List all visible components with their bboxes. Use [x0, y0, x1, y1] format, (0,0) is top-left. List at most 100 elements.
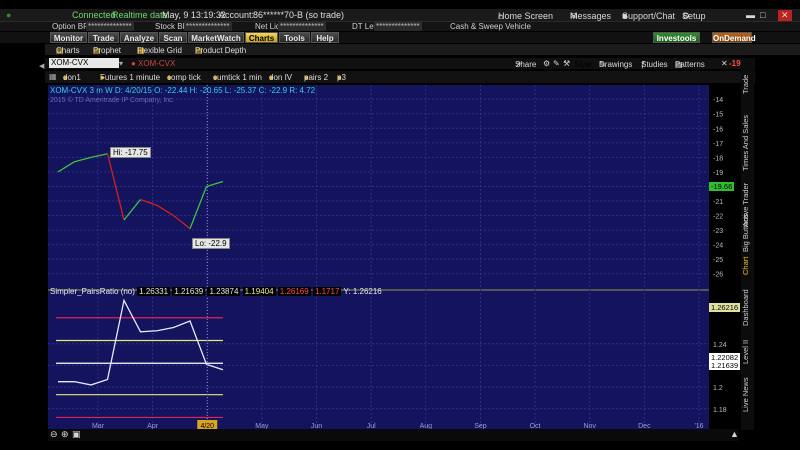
rail-big-buttons[interactable]: Big Buttons: [741, 210, 754, 256]
study-info-line: Simpler_PairsRatio (no) 1.26331 1.21639 …: [50, 287, 382, 296]
zoom-fit-icon[interactable]: ▣: [72, 429, 81, 440]
study-value-5: 1.26169: [277, 287, 311, 296]
rail-dashboard[interactable]: Dashboard: [741, 284, 754, 332]
price-axis-tick: -17: [713, 141, 723, 148]
study-value-3: 1.23874: [207, 287, 241, 296]
price-series-segment: [123, 199, 142, 221]
rail-trade[interactable]: Trade: [741, 66, 754, 102]
price-axis-tick: -23: [713, 228, 723, 235]
study-axis-tick: 1.18: [713, 407, 727, 414]
symbol-tag: XOM-CVX: [138, 59, 176, 68]
right-price-axis[interactable]: -14-15-16-17-18-19-20-21-22-23-24-25-261…: [709, 85, 741, 429]
study-value-2: 1.21639: [172, 287, 206, 296]
investools-button[interactable]: Investools: [653, 32, 700, 43]
info-open: O: -22.44: [154, 86, 188, 95]
price-axis-tick: -18: [713, 155, 723, 162]
study-axis-tick: 1.24: [713, 342, 727, 349]
price-series-segment: [156, 204, 174, 217]
price-series-segment: [74, 156, 92, 163]
ondemand-button[interactable]: OnDemand: [712, 32, 756, 43]
price-series-segment: [173, 215, 191, 230]
tab-help[interactable]: Help: [311, 32, 339, 43]
tab-marketwatch[interactable]: MarketWatch: [188, 32, 244, 43]
net-liq-label: Net Liq: [255, 22, 281, 31]
chart-svg[interactable]: Mar Apr 4/20 May Jun Jul Aug Sep Oct Nov Dec '16: [48, 85, 709, 429]
account-bar: Option BP ************** Stock BP ******…: [0, 21, 800, 31]
price-axis-tick: -15: [713, 112, 723, 119]
cash-sweep-label: Cash & Sweep Vehicle: [450, 22, 531, 31]
symbol-tag-icon: ●: [131, 59, 136, 68]
price-axis-tick: -26: [713, 272, 723, 279]
copyright-text: 2015 © TD Ameritrade IP Company, Inc.: [50, 97, 175, 104]
rail-level-ii[interactable]: Level II: [741, 338, 754, 366]
account-selector[interactable]: 86******70-B (so trade): [253, 10, 344, 20]
close-chart-icon[interactable]: ✕: [721, 59, 728, 68]
sub-tabs: ▤ Charts ▤ Prophet ▦ Flexible Grid ▤ Pro…: [45, 44, 800, 55]
chart-symbol: XOM-CVX 3 m W: [50, 86, 113, 95]
price-axis-tick: -24: [713, 243, 723, 250]
price-axis-tick: -16: [713, 126, 723, 133]
datetime: May, 9 13:19:32: [162, 10, 226, 20]
price-axis-tick: -22: [713, 214, 723, 221]
connection-icon: ●: [6, 10, 12, 20]
study-value-1: 1.26331: [137, 287, 171, 296]
main-tabs: Monitor Trade Analyze Scan MarketWatch C…: [0, 32, 800, 43]
price-series-segment: [57, 161, 75, 173]
price-series-segment: [140, 198, 158, 206]
status-bar: ● Connected Realtime data May, 9 13:19:3…: [0, 9, 800, 21]
low-label: Lo: -22.9: [192, 238, 230, 249]
left-collapse-strip[interactable]: ◀: [38, 58, 46, 430]
zoom-in-icon[interactable]: ⊕: [61, 429, 69, 440]
chart-area[interactable]: Mar Apr 4/20 May Jun Jul Aug Sep Oct Nov Dec '16 XO…: [48, 85, 709, 429]
tab-analyze[interactable]: Analyze: [120, 32, 158, 43]
price-axis-tick: -25: [713, 257, 723, 264]
rail-chart[interactable]: Chart: [741, 254, 754, 278]
collapse-left-icon[interactable]: ◀: [39, 62, 44, 70]
symbol-dropdown-icon[interactable]: ▾: [119, 59, 123, 68]
maximize-icon[interactable]: □: [760, 10, 765, 20]
pencil-icon[interactable]: ✎: [553, 59, 560, 68]
info-high: H: -20.65: [189, 86, 223, 95]
info-low: L: -25.37: [224, 86, 257, 95]
symbol-bar: XOM-CVX ▾ ● XOM-CVX ➚ Share ⚙ ✎ ⚒ Style …: [45, 58, 755, 69]
axis-svg: -14-15-16-17-18-19-20-21-22-23-24-25-261…: [713, 97, 727, 414]
tab-monitor[interactable]: Monitor: [50, 32, 87, 43]
symbol-input[interactable]: XOM-CVX: [49, 58, 119, 68]
price-axis-tick: -19: [713, 170, 723, 177]
settings-icon[interactable]: ⚙: [543, 59, 550, 68]
right-rail: Trade Times And Sales Active Trader Big …: [741, 58, 754, 430]
connected-status: Connected: [72, 10, 116, 20]
net-liq-value: **************: [278, 22, 326, 31]
tab-trade[interactable]: Trade: [88, 32, 119, 43]
minimize-icon[interactable]: ▬: [746, 10, 755, 20]
expand-icon[interactable]: ▲: [730, 429, 739, 439]
rail-times-and-sales[interactable]: Times And Sales: [741, 108, 754, 178]
price-series-segment: [189, 186, 208, 229]
close-icon[interactable]: ✕: [778, 10, 792, 21]
current-price-tag: -19.66: [709, 182, 735, 191]
dt-left-value: **************: [374, 22, 422, 31]
info-range: R: 4.72: [289, 86, 316, 95]
aggregation-tabs: ▦ ● don1 ● Futures 1 minute ● comp tick …: [45, 71, 755, 83]
price-axis-tick: -14: [713, 97, 723, 104]
info-close: C: -22.9: [258, 86, 288, 95]
price-series-segment: [90, 153, 108, 158]
wrench-icon[interactable]: ⚒: [563, 59, 570, 68]
study-y-readout: Y: 1.26216: [343, 287, 382, 296]
stock-bp-value: **************: [184, 22, 232, 31]
option-bp-value: **************: [86, 22, 134, 31]
tab-scan[interactable]: Scan: [159, 32, 187, 43]
study-value-4: 1.19404: [242, 287, 276, 296]
price-info-line: XOM-CVX 3 m W D: 4/20/15 O: -22.44 H: -2…: [50, 86, 315, 95]
rail-live-news[interactable]: Live News: [741, 376, 754, 414]
grid-menu-icon[interactable]: ▦: [49, 72, 57, 81]
study-axis-tick: 1.2: [713, 385, 723, 392]
chart-bottom-bar: ⊖ ⊕ ▣ ▲: [48, 429, 739, 441]
zoom-out-icon[interactable]: ⊖: [50, 429, 58, 440]
account-label: Account:: [219, 10, 255, 20]
tab-charts[interactable]: Charts: [245, 32, 278, 43]
tab-tools[interactable]: Tools: [279, 32, 310, 43]
stock-bp-label: Stock BP: [155, 22, 188, 31]
realtime-status: Realtime data: [112, 10, 168, 20]
high-label: Hi: -17.75: [110, 147, 151, 158]
